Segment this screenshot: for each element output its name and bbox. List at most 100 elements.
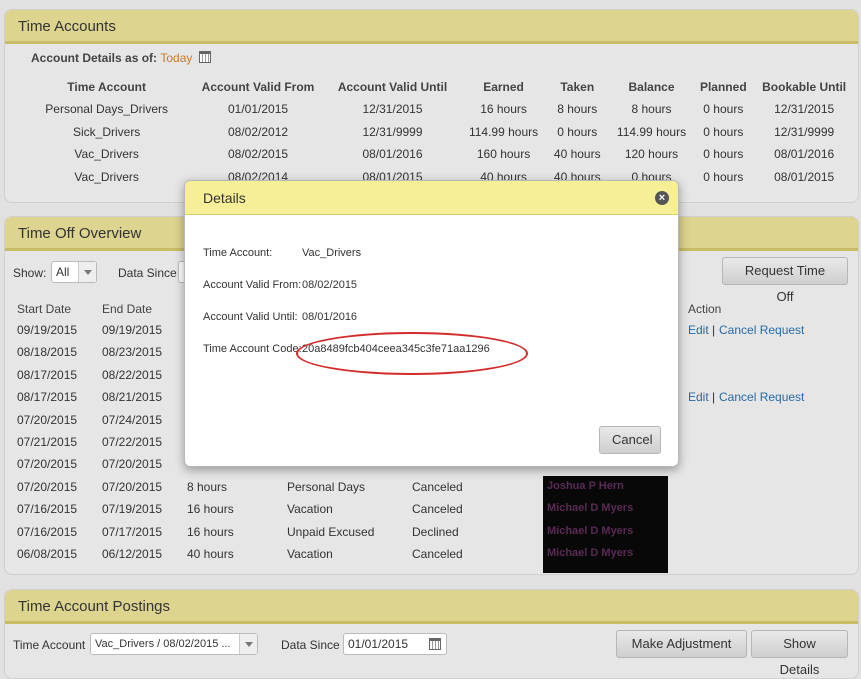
end-date-cell: 07/19/2015 [102,502,163,517]
cancel-request-link[interactable]: Cancel Request [719,390,804,404]
close-icon[interactable]: × [655,191,669,205]
cell-planned: 0 hours [703,124,744,139]
col-action: Action [688,302,722,316]
end-date-cell: 08/21/2015 [102,390,163,405]
col-time-account: Time Account [67,80,146,94]
time-account-detail-value: Vac_Drivers [302,247,362,259]
start-date-cell: 07/20/2015 [17,479,78,494]
show-select[interactable]: All [51,261,97,283]
col-end-date: End Date [102,302,153,316]
cell-balance: 114.99 hours [616,124,687,139]
cell-earned: 16 hours [480,102,527,117]
approver-name: Michael D Myers [547,502,634,515]
end-date-cell: 08/22/2015 [102,367,163,382]
approver-name: Michael D Myers [547,524,634,537]
start-date-cell: 08/17/2015 [17,390,78,405]
col-start-date: Start Date [17,302,72,316]
cell-time-account: Vac_Drivers [74,169,139,184]
start-date-cell: 06/08/2015 [17,547,78,561]
show-details-button[interactable]: Show Details [751,630,848,677]
time-account-postings-header: Time Account Postings [5,590,858,624]
status-cell: Canceled [412,479,463,494]
edit-link[interactable]: Edit [688,390,709,404]
time-account-postings-panel: Time Account Postings Time Account Vac_D… [4,589,859,679]
end-date-cell: 06/12/2015 [102,547,163,561]
end-date-cell: 07/22/2015 [102,435,163,449]
col-planned: Planned [699,80,747,94]
calendar-icon[interactable] [198,51,211,63]
time-accounts-header: Time Accounts [5,10,858,44]
type-cell: Personal Days [287,479,366,494]
details-modal: Details × Time Account: Vac_Drivers Acco… [184,180,679,467]
start-date-cell: 07/16/2015 [17,502,78,517]
col-valid-until: Account Valid Until [337,80,448,94]
end-date-cell: 07/20/2015 [102,457,163,472]
time-account-detail-label: Time Account: [203,247,273,259]
status-cell: Canceled [412,502,463,517]
cell-taken: 40 hours [553,147,601,162]
show-label: Show: [13,266,47,280]
chevron-down-icon [78,262,96,282]
cell-planned: 0 hours [703,102,744,117]
approver-name: Joshua P Hern [547,479,624,492]
show-select-value: All [56,265,70,279]
data-since-label: Data Since [118,266,177,280]
cell-earned: 160 hours [476,147,531,162]
details-date[interactable]: Today [160,51,192,65]
account-details-as-of: Account Details as of: Today [31,51,211,65]
start-date-cell: 08/17/2015 [17,367,78,382]
edit-link[interactable]: Edit [688,323,709,337]
hours-cell: 40 hours [187,547,234,561]
col-earned: Earned [483,80,524,94]
details-label: Account Details as of: [31,51,158,65]
highlight-oval [296,332,528,375]
end-date-cell: 08/23/2015 [102,345,163,360]
type-cell: Unpaid Excused [287,524,375,539]
cell-balance: 120 hours [624,147,679,162]
cell-bookable-until: 08/01/2015 [774,169,835,184]
postings-data-since-input[interactable]: 01/01/2015 [343,633,447,655]
time-account-label: Time Account [13,638,86,652]
modal-title: Details [185,181,678,215]
cell-taken: 0 hours [557,124,598,139]
start-date-cell: 09/19/2015 [17,323,78,337]
cell-bookable-until: 12/31/9999 [774,124,835,139]
cell-bookable-until: 12/31/2015 [774,102,835,117]
hours-cell: 8 hours [187,479,228,494]
hours-cell: 16 hours [187,524,234,539]
request-time-off-button[interactable]: Request Time Off [722,257,848,304]
status-cell: Canceled [412,547,463,561]
cell-taken: 8 hours [557,102,598,117]
make-adjustment-button[interactable]: Make Adjustment [616,630,747,658]
start-date-cell: 07/16/2015 [17,524,78,539]
action-separator: | [712,323,716,337]
cell-planned: 0 hours [703,147,744,162]
cell-valid-from: 08/02/2015 [227,147,289,162]
time-accounts-panel: Time Accounts Account Details as of: Tod… [4,9,859,203]
time-account-select[interactable]: Vac_Drivers / 08/02/2015 ... [90,633,258,655]
table-row: Vac_Drivers 08/02/2015 08/01/2016 160 hours… [23,143,858,166]
valid-from-detail-label: Account Valid From: [203,279,302,291]
action-separator: | [712,390,716,405]
cancel-request-link[interactable]: Cancel Request [719,323,804,337]
time-account-code-label: Time Account Code: [203,343,302,355]
calendar-icon[interactable] [429,638,441,650]
end-date-cell: 07/20/2015 [102,479,163,494]
type-cell: Vacation [287,547,333,561]
valid-until-detail-value: 08/01/2016 [302,311,358,323]
cell-time-account: Sick_Drivers [72,124,141,139]
end-date-cell: 09/19/2015 [102,323,163,337]
cell-bookable-until: 08/01/2016 [774,147,835,162]
cell-valid-from: 01/01/2015 [227,102,289,117]
cell-planned: 0 hours [703,169,744,184]
cancel-button[interactable]: Cancel [599,426,661,454]
cell-valid-from: 08/02/2012 [227,124,289,139]
time-accounts-table: Time Account Account Valid From Account … [23,76,858,188]
cell-time-account: Vac_Drivers [74,147,139,162]
start-date-cell: 08/18/2015 [17,345,78,360]
valid-until-detail-label: Account Valid Until: [203,311,298,323]
valid-from-detail-value: 08/02/2015 [302,279,358,291]
table-header-row: Time Account Account Valid From Account … [23,76,858,98]
start-date-cell: 07/20/2015 [17,457,78,472]
end-date-cell: 07/17/2015 [102,524,163,539]
